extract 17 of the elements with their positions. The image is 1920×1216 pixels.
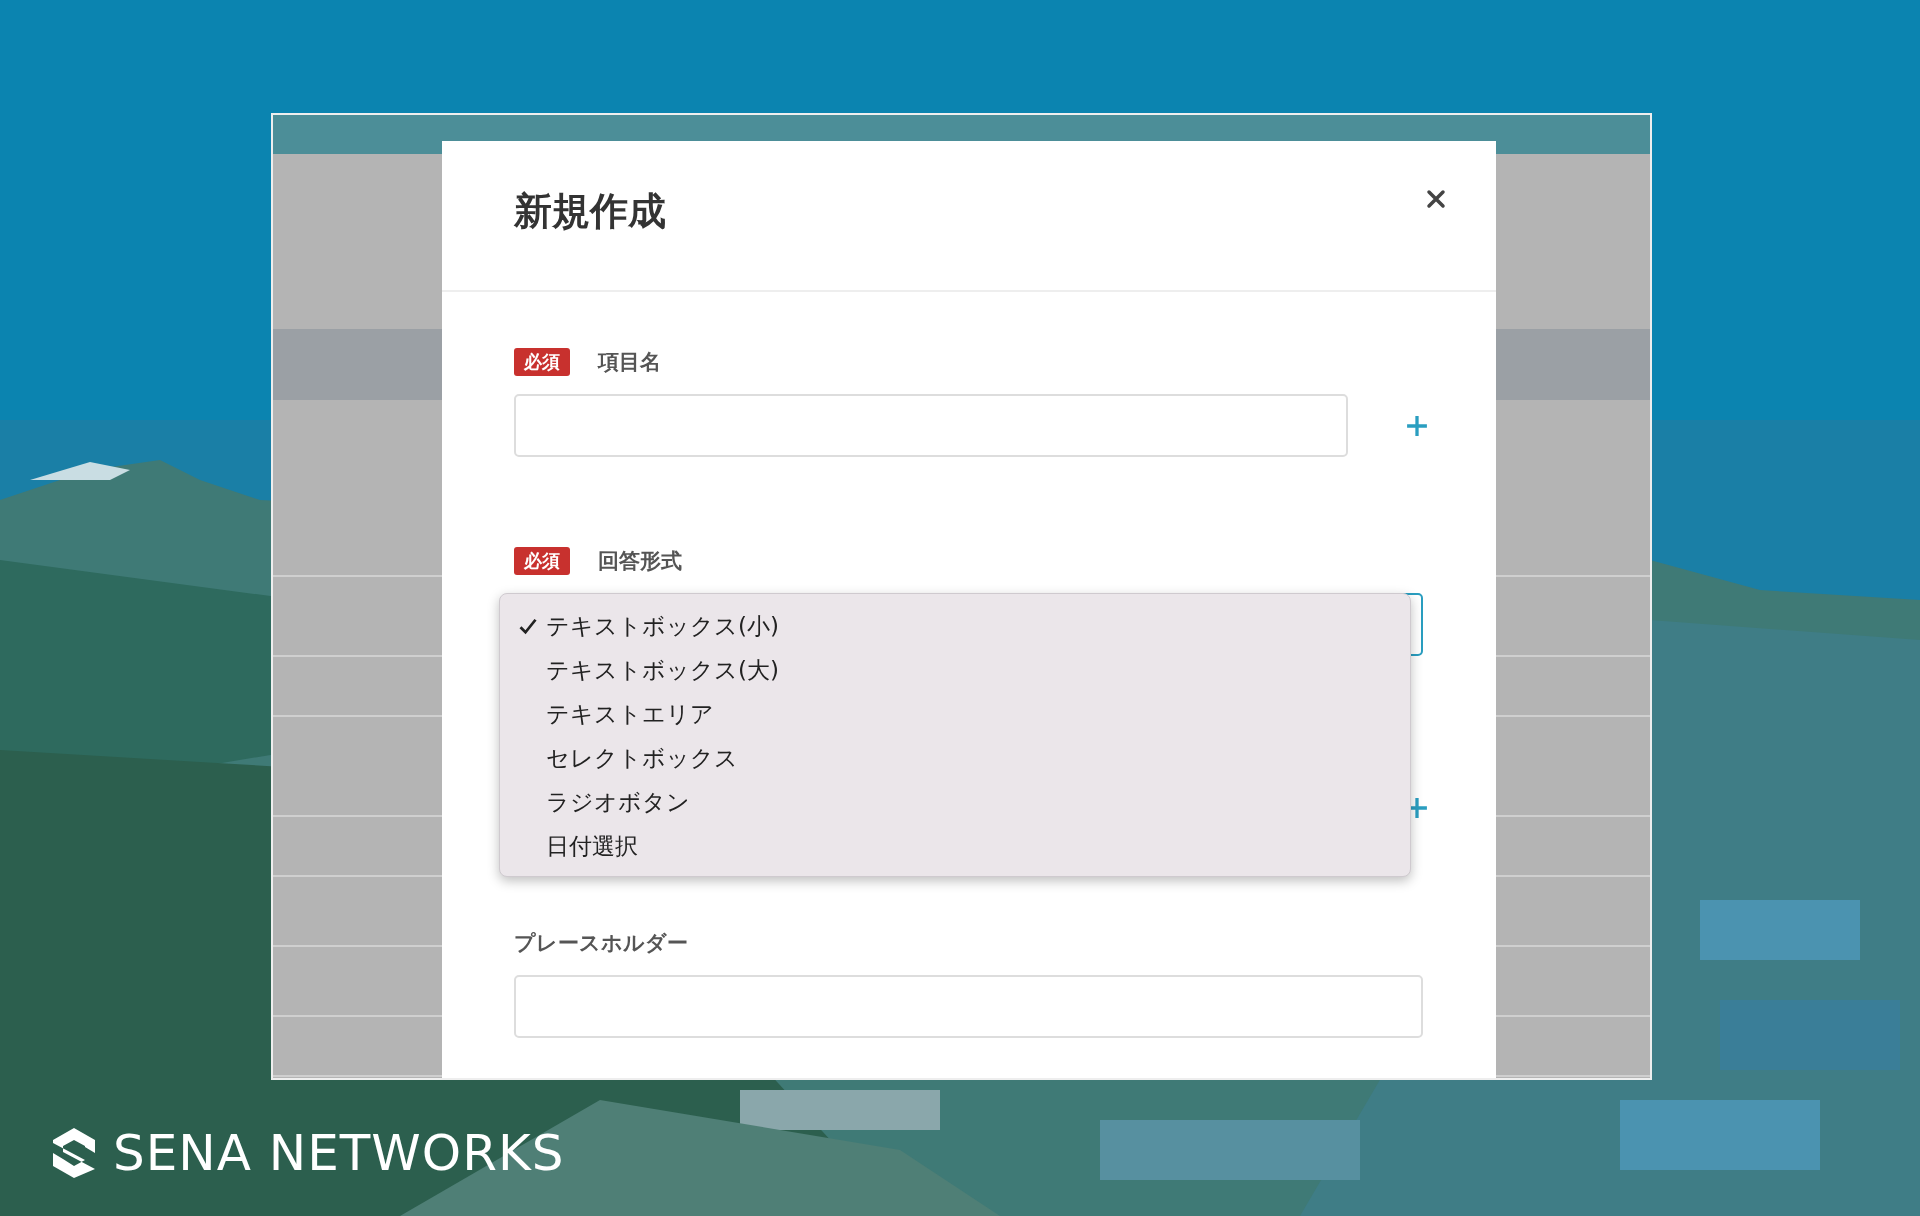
input-field[interactable] <box>514 975 1423 1038</box>
required-badge: 必須 <box>514 547 570 575</box>
input-field[interactable] <box>514 394 1348 457</box>
plus-icon[interactable] <box>1406 414 1428 437</box>
dropdown-option[interactable]: セレクトボックス <box>500 736 1410 780</box>
brand-name: SENA NETWORKS <box>113 1124 565 1182</box>
required-badge: 必須 <box>514 348 570 376</box>
dropdown-option[interactable]: テキストボックス(小) <box>500 604 1410 648</box>
close-icon[interactable] <box>1426 189 1446 209</box>
dropdown-option[interactable]: ラジオボタン <box>500 780 1410 824</box>
field-label: 回答形式 <box>598 548 682 575</box>
field-label: プレースホルダー <box>514 930 688 957</box>
field-label: 項目名 <box>598 349 661 376</box>
dropdown-option[interactable]: 日付選択 <box>500 824 1410 868</box>
dialog-title: 新規作成 <box>514 188 666 235</box>
dropdown-option[interactable]: テキストエリア <box>500 692 1410 736</box>
dropdown-option[interactable]: テキストボックス(大) <box>500 648 1410 692</box>
